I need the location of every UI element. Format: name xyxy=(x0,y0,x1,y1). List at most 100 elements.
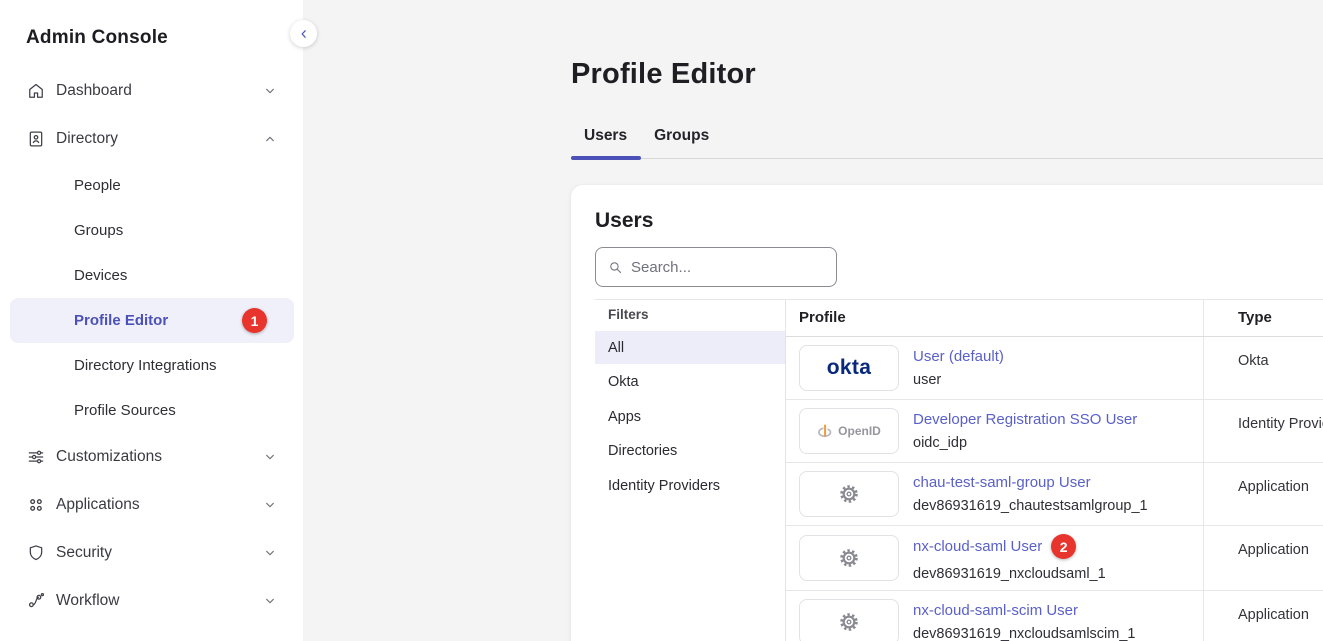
table-body: oktaUser (default)userOktaOpenIDDevelope… xyxy=(786,337,1323,641)
profile-link-developer-registration-sso-user[interactable]: Developer Registration SSO User xyxy=(913,411,1137,428)
profile-text: Developer Registration SSO User oidc_idp xyxy=(913,411,1137,451)
chevron-down-icon xyxy=(262,545,278,561)
sidebar-item-directory-integrations[interactable]: Directory Integrations xyxy=(10,343,294,388)
users-panel: Users Filters AllOktaAppsDirectoriesIden… xyxy=(571,185,1323,641)
profile-subtitle: dev86931619_nxcloudsaml_1 xyxy=(913,566,1106,582)
gear-icon xyxy=(838,611,860,633)
chevron-down-icon xyxy=(262,83,278,99)
sidebar-item-label: Profile Editor xyxy=(74,312,168,329)
sidebar-collapse-button[interactable] xyxy=(290,20,317,47)
sidebar-item-label: Customizations xyxy=(56,448,162,466)
profile-cell: nx-cloud-saml-scim Userdev86931619_nxclo… xyxy=(786,591,1203,641)
tab-users[interactable]: Users xyxy=(571,127,641,158)
filters-label: Filters xyxy=(595,307,785,322)
filter-directories[interactable]: Directories xyxy=(595,435,785,468)
search-input[interactable] xyxy=(631,259,825,276)
column-header-profile: Profile xyxy=(786,300,1203,336)
gear-icon xyxy=(838,483,860,505)
search-box[interactable] xyxy=(595,247,837,287)
profile-text: chau-test-saml-group User dev86931619_cha… xyxy=(913,474,1148,514)
chevron-down-icon xyxy=(262,449,278,465)
profile-cell: okta User (default) user xyxy=(786,337,1203,399)
sidebar-item-label: Applications xyxy=(56,496,140,514)
type-cell: Application xyxy=(1203,463,1323,525)
table-row: chau-test-saml-group User dev86931619_cha… xyxy=(786,463,1323,526)
annotation-badge-1: 1 xyxy=(242,308,267,333)
sidebar-item-label: Groups xyxy=(74,222,123,239)
sidebar-item-label: Dashboard xyxy=(56,82,132,100)
profile-title-row: nx-cloud-saml-scim User xyxy=(913,602,1135,619)
applications-icon xyxy=(26,495,46,515)
sidebar-item-profile-editor[interactable]: Profile Editor 1 xyxy=(10,298,294,343)
profile-title-row: chau-test-saml-group User xyxy=(913,474,1148,491)
profile-subtitle: dev86931619_chautestsamlgroup_1 xyxy=(913,498,1148,514)
sidebar-item-profile-sources[interactable]: Profile Sources xyxy=(10,388,294,433)
filter-okta[interactable]: Okta xyxy=(595,366,785,399)
sidebar-item-label: Directory Integrations xyxy=(74,357,217,374)
okta-logo: okta xyxy=(827,356,871,380)
sidebar-item-label: Workflow xyxy=(56,592,119,610)
page-title: Profile Editor xyxy=(571,58,1323,91)
sidebar: Admin Console Dashboard Directory People Gr… xyxy=(0,0,303,641)
filters-panel: Filters AllOktaAppsDirectoriesIdentity P… xyxy=(595,300,786,641)
profile-title-row: nx-cloud-saml User 2 xyxy=(913,534,1106,559)
search-icon xyxy=(607,259,624,276)
profile-link-nx-cloud-saml-scim-user[interactable]: nx-cloud-saml-scim User xyxy=(913,602,1078,619)
sidebar-item-workflow[interactable]: Workflow xyxy=(10,577,294,625)
profile-logo-box xyxy=(799,599,899,641)
type-cell: Identity Provider xyxy=(1203,400,1323,462)
sidebar-item-partial[interactable] xyxy=(10,625,294,641)
sidebar-nav: Dashboard Directory People Groups Devices Pro… xyxy=(10,67,294,641)
profile-text: User (default) user xyxy=(913,348,1004,388)
filter-all[interactable]: All xyxy=(595,331,785,364)
sidebar-item-label: People xyxy=(74,177,121,194)
column-header-type: Type xyxy=(1203,300,1323,336)
chevron-down-icon xyxy=(262,593,278,609)
openid-logo-text: OpenID xyxy=(838,424,881,438)
profile-cell: chau-test-saml-group User dev86931619_cha… xyxy=(786,463,1203,525)
profile-link-chau-test-saml-group-user[interactable]: chau-test-saml-group User xyxy=(913,474,1091,491)
sidebar-item-dashboard[interactable]: Dashboard xyxy=(10,67,294,115)
gear-icon xyxy=(838,547,860,569)
profile-text: nx-cloud-saml-scim Userdev86931619_nxclo… xyxy=(913,602,1135,641)
sidebar-item-groups[interactable]: Groups xyxy=(10,208,294,253)
sidebar-item-devices[interactable]: Devices xyxy=(10,253,294,298)
profiles-table: Profile Type oktaUser (default)userOktaO… xyxy=(786,300,1323,641)
type-cell: Application xyxy=(1203,591,1323,641)
table-row: OpenID Developer Registration SSO User oid… xyxy=(786,400,1323,463)
sidebar-item-label: Devices xyxy=(74,267,127,284)
sidebar-item-applications[interactable]: Applications xyxy=(10,481,294,529)
tab-bar: Users Groups xyxy=(571,127,1323,159)
main-area: Profile Editor Users Groups Users Filter… xyxy=(303,0,1323,641)
filters-list: AllOktaAppsDirectoriesIdentity Providers xyxy=(595,331,785,502)
panel-title: Users xyxy=(595,209,1323,233)
openid-icon xyxy=(817,422,833,441)
profile-subtitle: user xyxy=(913,372,1004,388)
home-icon xyxy=(26,81,46,101)
sidebar-item-security[interactable]: Security xyxy=(10,529,294,577)
sidebar-item-directory[interactable]: Directory xyxy=(10,115,294,163)
profile-link-user-default[interactable]: User (default) xyxy=(913,348,1004,365)
filter-apps[interactable]: Apps xyxy=(595,400,785,433)
profile-logo-box xyxy=(799,471,899,517)
tab-groups[interactable]: Groups xyxy=(641,127,723,158)
sidebar-item-people[interactable]: People xyxy=(10,163,294,208)
filter-identity-providers[interactable]: Identity Providers xyxy=(595,469,785,502)
customizations-icon xyxy=(26,447,46,467)
app-title: Admin Console xyxy=(26,27,294,49)
chevron-left-icon xyxy=(297,27,311,41)
table-row: oktaUser (default)userOkta xyxy=(786,337,1323,400)
workflow-icon xyxy=(26,591,46,611)
table-row: nx-cloud-saml-scim Userdev86931619_nxclo… xyxy=(786,591,1323,641)
sidebar-item-customizations[interactable]: Customizations xyxy=(10,433,294,481)
profile-logo-box xyxy=(799,535,899,581)
chevron-down-icon xyxy=(262,497,278,513)
profile-link-nx-cloud-saml-user[interactable]: nx-cloud-saml User xyxy=(913,538,1042,555)
profile-title-row: User (default) xyxy=(913,348,1004,365)
profile-subtitle: oidc_idp xyxy=(913,435,1137,451)
profile-logo-box: OpenID xyxy=(799,408,899,454)
type-cell: Application xyxy=(1203,526,1323,590)
profile-cell: nx-cloud-saml User 2 dev86931619_nxcloudsa… xyxy=(786,526,1203,590)
annotation-badge-2: 2 xyxy=(1051,534,1076,559)
chevron-up-icon xyxy=(262,131,278,147)
